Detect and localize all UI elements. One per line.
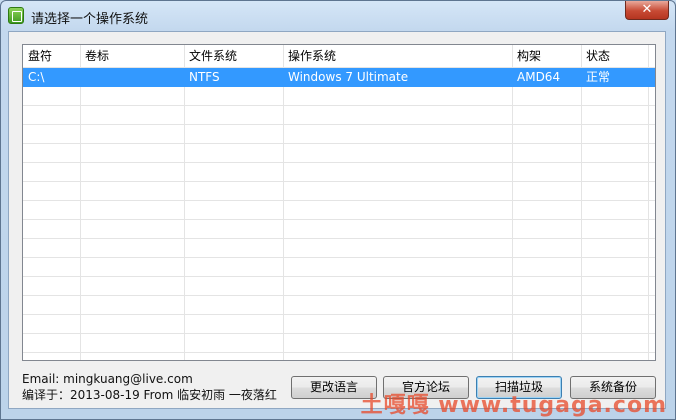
compile-info-text: 编译于：2013-08-19 From 临安初雨 一夜落红 bbox=[22, 388, 277, 402]
grid-line bbox=[23, 276, 655, 277]
grid-line bbox=[581, 45, 582, 360]
grid-line bbox=[80, 45, 81, 360]
column-header-status[interactable]: 状态 bbox=[581, 47, 655, 67]
grid-line bbox=[283, 45, 284, 360]
title-bar[interactable]: 请选择一个操作系统 ✕ bbox=[1, 1, 675, 31]
cell-status: 正常 bbox=[586, 70, 611, 84]
cell-drive: C:\ bbox=[28, 70, 45, 84]
grid-line bbox=[23, 162, 655, 163]
column-header-drive[interactable]: 盘符 bbox=[23, 47, 80, 67]
watermark-text: 土嘎嘎 www.tugaga.com bbox=[360, 393, 667, 418]
os-list[interactable]: 盘符 卷标 文件系统 操作系统 构架 状态 C:\ NTFS Windows 7… bbox=[22, 44, 656, 361]
grid-line bbox=[23, 238, 655, 239]
grid-line bbox=[23, 314, 655, 315]
grid-line bbox=[23, 181, 655, 182]
table-row[interactable]: C:\ NTFS Windows 7 Ultimate AMD64 正常 bbox=[23, 68, 655, 87]
cell-filesystem: NTFS bbox=[189, 70, 220, 84]
grid-line bbox=[23, 352, 655, 353]
grid-line bbox=[23, 143, 655, 144]
grid-line bbox=[23, 257, 655, 258]
cell-label bbox=[80, 68, 184, 87]
column-header-os[interactable]: 操作系统 bbox=[283, 47, 512, 67]
dialog-client-area: 盘符 卷标 文件系统 操作系统 构架 状态 C:\ NTFS Windows 7… bbox=[8, 31, 666, 409]
dialog-window: 请选择一个操作系统 ✕ 盘符 卷标 文件系统 操作系统 构架 状态 C:\ NT… bbox=[0, 0, 676, 420]
app-icon bbox=[8, 7, 24, 24]
window-title: 请选择一个操作系统 bbox=[31, 12, 149, 27]
column-header-filesystem[interactable]: 文件系统 bbox=[184, 47, 283, 67]
column-header-label[interactable]: 卷标 bbox=[80, 47, 184, 67]
grid-line bbox=[23, 333, 655, 334]
email-text: Email: mingkuang@live.com bbox=[22, 372, 193, 386]
grid-line bbox=[23, 219, 655, 220]
grid-line bbox=[23, 105, 655, 106]
grid-line bbox=[648, 45, 649, 360]
grid-line bbox=[512, 45, 513, 360]
grid-line bbox=[23, 124, 655, 125]
cell-arch: AMD64 bbox=[517, 70, 561, 84]
close-button[interactable]: ✕ bbox=[625, 1, 669, 20]
cell-os: Windows 7 Ultimate bbox=[288, 70, 409, 84]
list-header: 盘符 卷标 文件系统 操作系统 构架 状态 bbox=[23, 47, 655, 67]
grid-line bbox=[184, 45, 185, 360]
grid-line bbox=[23, 295, 655, 296]
column-header-arch[interactable]: 构架 bbox=[512, 47, 581, 67]
grid-line bbox=[23, 200, 655, 201]
